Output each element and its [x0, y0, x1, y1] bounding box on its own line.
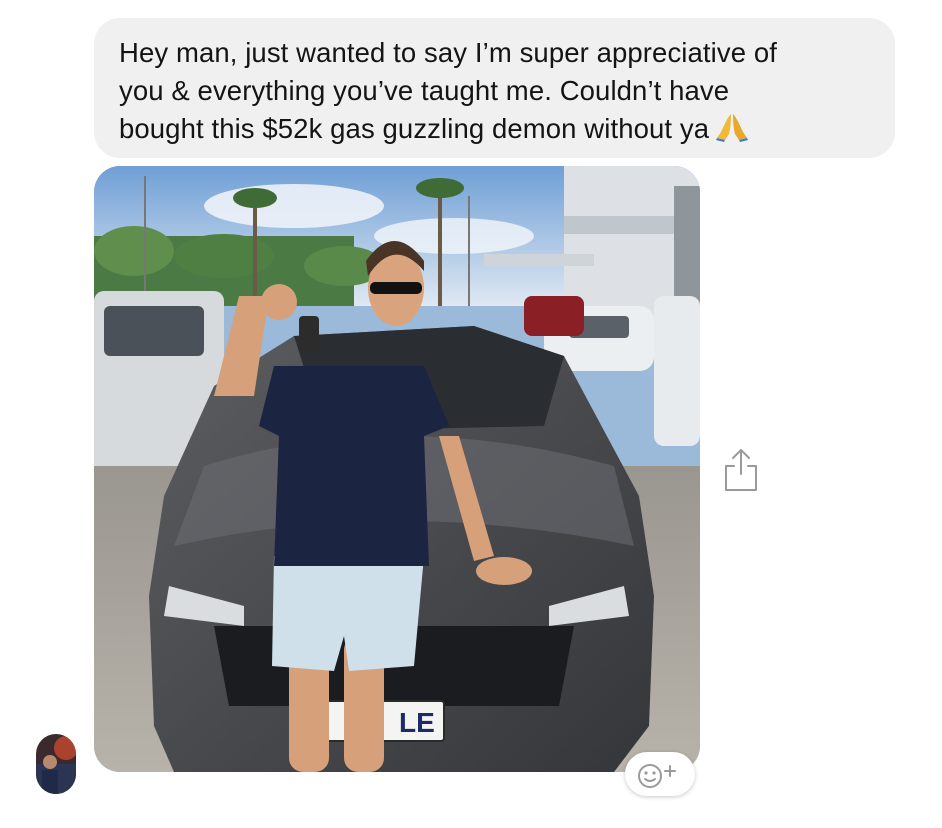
message-text: Hey man, just wanted to say I’m super ap…	[119, 37, 777, 144]
share-icon[interactable]	[722, 446, 760, 492]
received-message-bubble[interactable]: Hey man, just wanted to say I’m super ap…	[94, 18, 895, 158]
add-reaction-button[interactable]	[625, 752, 695, 796]
folded-hands-emoji-icon	[716, 114, 749, 142]
avatar-image	[36, 734, 76, 794]
shared-photo[interactable]: LE	[94, 166, 700, 772]
sender-avatar[interactable]	[36, 734, 76, 794]
car-photo-image: LE	[94, 166, 700, 772]
license-plate-text: LE	[399, 707, 435, 738]
smiley-plus-icon	[638, 764, 676, 788]
